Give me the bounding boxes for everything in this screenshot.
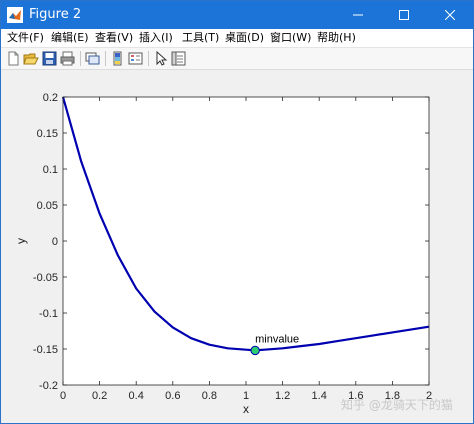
y-tick-label: 0.2 <box>43 92 58 104</box>
toolbar-separator <box>105 51 106 66</box>
window-title: Figure 2 <box>29 7 82 22</box>
figure-toolbar <box>1 48 473 70</box>
close-button[interactable] <box>427 1 473 29</box>
y-tick-label: -0.1 <box>39 308 58 320</box>
y-tick-label: -0.05 <box>33 272 58 284</box>
matlab-logo-icon <box>7 7 23 23</box>
property-inspector-icon[interactable] <box>170 50 187 67</box>
figure-window: Figure 2 文件(F) 编辑(E) 查看(V) 插入(I) 工具(T) 桌… <box>0 0 474 424</box>
y-tick-label: -0.15 <box>33 344 58 356</box>
x-tick-label: 0.8 <box>202 390 217 402</box>
menu-insert[interactable]: 插入(I) <box>139 31 173 45</box>
minimize-icon <box>353 14 363 16</box>
new-figure-icon[interactable] <box>5 50 22 67</box>
line-plot[interactable]: 0 0.2 0.4 0.6 0.8 1 1.2 1.4 1.6 1.8 20.20.150.10.0… <box>1 70 473 423</box>
insert-colorbar-icon[interactable] <box>109 50 126 67</box>
menu-window[interactable]: 窗口(W) <box>270 31 311 45</box>
y-axis-label: y <box>14 238 28 244</box>
y-tick-label: 0 <box>52 236 58 248</box>
x-tick-label: 1.2 <box>275 390 290 402</box>
y-tick-label: 0.15 <box>37 128 58 140</box>
maximize-button[interactable] <box>381 1 427 29</box>
axes-background <box>63 97 429 385</box>
y-tick-label: -0.2 <box>39 380 58 392</box>
menu-bar: 文件(F) 编辑(E) 查看(V) 插入(I) 工具(T) 桌面(D) 窗口(W… <box>1 29 473 48</box>
menu-desktop[interactable]: 桌面(D) <box>225 31 264 45</box>
watermark: 知乎 @龙骑天下的猫 <box>341 398 453 412</box>
toolbar-separator <box>80 51 81 66</box>
insert-legend-icon[interactable] <box>127 50 144 67</box>
x-tick-label: 0 <box>60 390 66 402</box>
x-tick-label: 0.4 <box>129 390 144 402</box>
link-plot-icon[interactable] <box>84 50 101 67</box>
open-file-icon[interactable] <box>23 50 40 67</box>
y-tick-label: 0.1 <box>43 164 58 176</box>
min-marker <box>250 345 260 356</box>
x-tick-label: 1.4 <box>312 390 327 402</box>
save-icon[interactable] <box>41 50 58 67</box>
close-icon <box>445 10 455 20</box>
menu-file[interactable]: 文件(F) <box>7 31 44 45</box>
min-annotation: minvalue <box>255 333 299 345</box>
maximize-icon <box>399 10 409 20</box>
y-tick-label: 0.05 <box>37 200 58 212</box>
minimize-button[interactable] <box>335 1 381 29</box>
edit-plot-icon[interactable] <box>152 50 169 67</box>
figure-canvas: 0 0.2 0.4 0.6 0.8 1 1.2 1.4 1.6 1.8 2 0.2 0.15 0.1 0.0… <box>1 70 473 423</box>
menu-help[interactable]: 帮助(H) <box>317 31 356 45</box>
x-axis-label: x <box>243 402 249 416</box>
menu-edit[interactable]: 编辑(E) <box>51 31 89 45</box>
toolbar-separator <box>148 51 149 66</box>
title-bar[interactable]: Figure 2 <box>1 1 473 29</box>
x-tick-label: 1 <box>243 390 249 402</box>
x-tick-label: 0.6 <box>165 390 180 402</box>
menu-view[interactable]: 查看(V) <box>95 31 133 45</box>
x-tick-label: 0.2 <box>92 390 107 402</box>
menu-tools[interactable]: 工具(T) <box>182 31 219 45</box>
print-icon[interactable] <box>59 50 76 67</box>
